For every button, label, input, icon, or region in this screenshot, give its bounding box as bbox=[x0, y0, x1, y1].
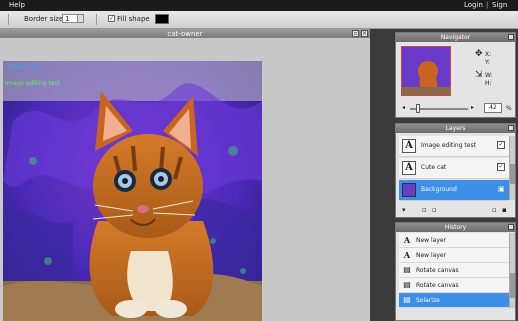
history-item-label: New layer bbox=[416, 252, 447, 259]
layer-options-icon[interactable]: ▾ bbox=[402, 206, 406, 214]
border-size-input[interactable]: 1 bbox=[62, 14, 78, 23]
menu-separator: | bbox=[486, 1, 489, 9]
image-editing-text-layer[interactable]: Image editing test bbox=[5, 80, 60, 87]
canvas-window: cat-owner ▫ × Cute cat Image editing tes… bbox=[0, 29, 370, 321]
new-layer-icon[interactable]: ▫ bbox=[492, 206, 497, 214]
x-label: X: bbox=[485, 51, 492, 58]
panel-close-icon[interactable] bbox=[508, 224, 514, 230]
toolbar-divider bbox=[8, 14, 9, 25]
layer-merge-icon[interactable]: ▫ bbox=[432, 206, 437, 214]
background-layer-thumbnail bbox=[402, 183, 416, 197]
navigator-thumbnail-art bbox=[402, 47, 450, 95]
border-size-label: Border size: bbox=[24, 15, 66, 23]
layer-label: Cute cat bbox=[421, 164, 447, 171]
text-tool-icon: A bbox=[403, 235, 411, 245]
w-label: W: bbox=[485, 72, 493, 79]
text-layer-icon: A bbox=[402, 139, 416, 153]
history-scrollbar-thumb[interactable] bbox=[510, 273, 515, 298]
layer-visibility-checkbox[interactable]: ✓ bbox=[497, 163, 505, 171]
menu-help[interactable]: Help bbox=[9, 1, 25, 9]
panel-close-icon[interactable] bbox=[508, 125, 514, 131]
history-item-selected[interactable]: ▤ Solarize bbox=[399, 293, 509, 308]
document-icon: ▤ bbox=[403, 265, 411, 274]
history-item-label: Rotate canvas bbox=[416, 267, 459, 274]
lock-icon: ▣ bbox=[498, 185, 505, 193]
history-item[interactable]: ▤ Rotate canvas bbox=[399, 278, 509, 293]
navigator-panel: Navigator ✥ X: Y: ⇲ W: H: ◂ ▸ 42 % bbox=[395, 32, 516, 118]
history-item[interactable]: ▤ Rotate canvas bbox=[399, 263, 509, 278]
y-label: Y: bbox=[485, 59, 490, 66]
layers-title: Layers bbox=[396, 124, 515, 133]
tool-options-bar: Border size: 1 ✓ Fill shape bbox=[0, 11, 518, 29]
menu-bar: Help Login | Sign up bbox=[0, 0, 518, 17]
history-panel: History A New layer A New layer ▤ Rotate… bbox=[395, 222, 516, 321]
fill-shape-checkbox[interactable]: ✓ bbox=[108, 15, 115, 22]
border-size-spinner[interactable] bbox=[78, 14, 84, 23]
zoom-out-icon[interactable]: ◂ bbox=[402, 104, 405, 111]
delete-layer-icon[interactable]: ▪ bbox=[502, 206, 507, 214]
canvas-window-title: cat-owner bbox=[167, 30, 203, 38]
text-tool-icon: A bbox=[403, 250, 411, 260]
maximize-icon[interactable]: ▫ bbox=[352, 30, 359, 37]
h-label: H: bbox=[485, 80, 492, 87]
document-icon: ▤ bbox=[403, 280, 411, 289]
close-icon[interactable]: × bbox=[361, 30, 368, 37]
cute-cat-text-layer[interactable]: Cute cat bbox=[9, 63, 38, 71]
layer-label: Background bbox=[421, 186, 457, 193]
layer-copy-icon[interactable]: ▫ bbox=[422, 206, 427, 214]
kitten-photo[interactable] bbox=[3, 61, 262, 321]
fill-shape-label: Fill shape bbox=[117, 15, 150, 23]
layer-row-selected[interactable]: Background ▣ bbox=[399, 180, 509, 201]
history-title: History bbox=[396, 223, 515, 232]
history-scrollbar[interactable] bbox=[509, 233, 515, 308]
history-item-label: New layer bbox=[416, 237, 447, 244]
layer-visibility-checkbox[interactable]: ✓ bbox=[497, 141, 505, 149]
layers-scrollbar-thumb[interactable] bbox=[510, 164, 515, 184]
zoom-unit: % bbox=[506, 105, 512, 112]
text-layer-icon: A bbox=[402, 161, 416, 175]
navigator-title: Navigator bbox=[396, 33, 515, 42]
toolbar-divider bbox=[96, 14, 97, 25]
move-icon: ✥ bbox=[475, 49, 483, 59]
history-item-label: Rotate canvas bbox=[416, 282, 459, 289]
layer-row[interactable]: A Cute cat ✓ bbox=[399, 158, 509, 179]
history-item[interactable]: A New layer bbox=[399, 233, 509, 248]
zoom-slider-handle[interactable] bbox=[416, 104, 420, 113]
canvas-window-titlebar[interactable]: cat-owner ▫ × bbox=[0, 29, 370, 38]
layer-label: Image editing test bbox=[421, 142, 476, 149]
panel-close-icon[interactable] bbox=[508, 34, 514, 40]
resize-icon: ⇲ bbox=[475, 70, 483, 80]
history-item[interactable]: A New layer bbox=[399, 248, 509, 263]
navigator-preview[interactable] bbox=[401, 46, 451, 96]
layers-panel: Layers A Image editing test ✓ A Cute cat… bbox=[395, 123, 516, 218]
zoom-in-icon[interactable]: ▸ bbox=[471, 104, 474, 111]
login-link[interactable]: Login bbox=[464, 1, 483, 9]
history-item-label: Solarize bbox=[416, 297, 440, 304]
layers-scrollbar[interactable] bbox=[509, 136, 515, 200]
fill-color-swatch[interactable] bbox=[155, 14, 169, 24]
layer-row[interactable]: A Image editing test ✓ bbox=[399, 136, 509, 157]
zoom-input[interactable]: 42 bbox=[484, 103, 502, 113]
document-icon: ▤ bbox=[403, 295, 411, 304]
kitten-photo-art bbox=[3, 61, 262, 321]
